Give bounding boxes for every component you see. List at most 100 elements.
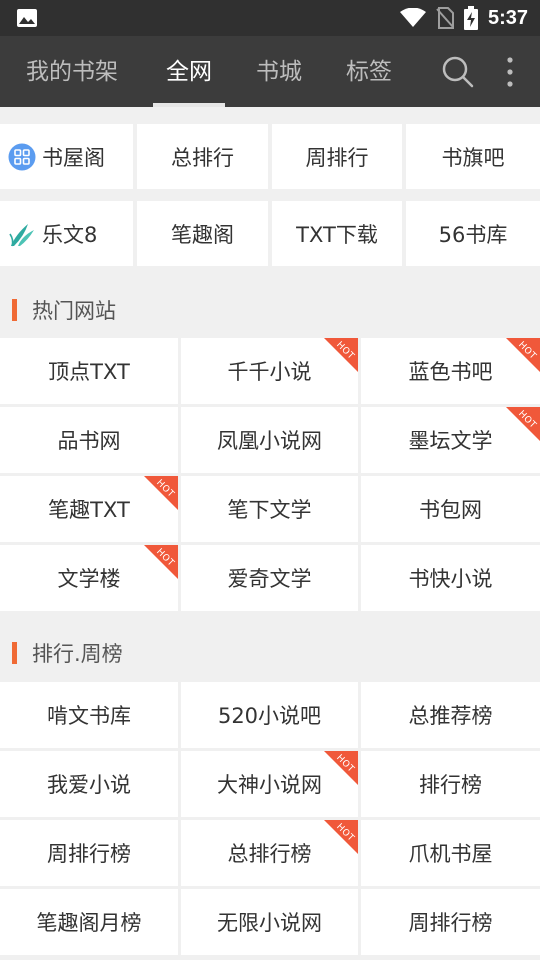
grid-app-icon — [8, 143, 36, 170]
quick-link-label: 周排行 — [305, 145, 369, 170]
battery-charging-icon — [463, 6, 478, 30]
site-link-label: 爱奇文学 — [227, 567, 312, 591]
hot-badge: HOT — [492, 338, 540, 386]
quick-link-weekly-rank[interactable]: 周排行 — [272, 124, 402, 189]
site-link-cell[interactable]: 周排行榜 — [0, 820, 178, 886]
tab-bookstore[interactable]: 书城 — [250, 36, 308, 107]
site-link-label: 书包网 — [419, 498, 482, 522]
section-title-hot-sites: 热门网站 — [0, 285, 540, 335]
site-link-cell[interactable]: 排行榜 — [361, 751, 540, 817]
tab-all-web[interactable]: 全网 — [153, 36, 225, 107]
site-link-label: 总排行榜 — [227, 842, 312, 866]
site-link-label: 520小说吧 — [217, 704, 322, 728]
section-accent-bar — [12, 642, 17, 664]
active-tab-indicator — [153, 103, 225, 107]
section-accent-bar — [12, 299, 17, 321]
hot-badge-text: HOT — [334, 822, 356, 844]
site-link-cell[interactable]: 爪机书屋 — [361, 820, 540, 886]
quick-link-shuwuge[interactable]: 书屋阁 — [0, 124, 133, 189]
quick-link-label: 56书库 — [438, 222, 508, 247]
site-link-label: 周排行榜 — [47, 842, 131, 866]
site-link-cell[interactable]: 书快小说 — [361, 545, 540, 611]
quick-link-shuqiba[interactable]: 书旗吧 — [406, 124, 540, 189]
site-link-label: 笔趣TXT — [48, 498, 130, 522]
site-link-label: 凤凰小说网 — [217, 429, 322, 453]
site-link-cell[interactable]: 品书网 — [0, 407, 178, 473]
tab-label: 我的书架 — [26, 59, 118, 85]
hot-badge: HOT — [130, 545, 178, 593]
site-link-label: 周排行榜 — [408, 911, 493, 935]
tab-label: 全网 — [166, 59, 212, 85]
hot-badge-text: HOT — [334, 340, 356, 362]
hot-badge: HOT — [130, 476, 178, 524]
site-link-label: 总推荐榜 — [408, 704, 493, 728]
image-notification-icon — [17, 9, 37, 27]
site-link-label: 啃文书库 — [47, 704, 131, 728]
site-link-cell[interactable]: 笔趣阁月榜 — [0, 889, 178, 955]
wifi-icon — [399, 8, 426, 27]
quick-link-total-rank[interactable]: 总排行 — [137, 124, 268, 189]
site-link-cell[interactable]: 笔趣TXT HOT — [0, 476, 178, 542]
tab-tags[interactable]: 标签 — [340, 36, 398, 107]
hot-badge-text: HOT — [334, 753, 356, 775]
hot-badge-text: HOT — [516, 409, 538, 431]
site-link-label: 墨坛文学 — [408, 429, 493, 453]
hot-badge: HOT — [492, 407, 540, 455]
status-bar: 5:37 — [0, 0, 540, 36]
section-title-text: 排行.周榜 — [32, 642, 123, 666]
site-link-cell[interactable]: 蓝色书吧 HOT — [361, 338, 540, 404]
quick-link-txt-download[interactable]: TXT下载 — [272, 201, 402, 266]
site-link-cell[interactable]: 笔下文学 — [181, 476, 358, 542]
site-link-label: 顶点TXT — [48, 360, 130, 384]
tab-bookshelf[interactable]: 我的书架 — [18, 36, 126, 107]
site-link-label: 文学楼 — [57, 567, 121, 591]
quick-link-label: 书旗吧 — [441, 145, 505, 170]
site-link-cell[interactable]: 爱奇文学 — [181, 545, 358, 611]
site-link-cell[interactable]: 千千小说 HOT — [181, 338, 358, 404]
site-link-cell[interactable]: 顶点TXT — [0, 338, 178, 404]
site-link-label: 排行榜 — [419, 773, 482, 797]
leaf-logo-icon — [9, 223, 34, 246]
site-link-cell[interactable]: 墨坛文学 HOT — [361, 407, 540, 473]
tab-label: 书城 — [256, 59, 302, 85]
more-options-icon[interactable] — [500, 56, 520, 88]
site-link-cell[interactable]: 大神小说网 HOT — [181, 751, 358, 817]
quick-link-label: 总排行 — [171, 145, 234, 170]
quick-link-biquge[interactable]: 笔趣阁 — [137, 201, 268, 266]
quick-link-label: TXT下载 — [296, 222, 378, 247]
site-link-label: 品书网 — [57, 429, 121, 453]
site-link-label: 千千小说 — [227, 360, 312, 384]
site-link-label: 笔趣阁月榜 — [36, 911, 142, 935]
site-link-cell[interactable]: 书包网 — [361, 476, 540, 542]
site-link-cell[interactable]: 总排行榜 HOT — [181, 820, 358, 886]
hot-badge: HOT — [310, 820, 358, 868]
site-link-cell[interactable]: 我爱小说 — [0, 751, 178, 817]
no-sim-icon — [436, 7, 454, 29]
site-link-label: 书快小说 — [408, 567, 493, 591]
site-link-label: 蓝色书吧 — [408, 360, 493, 384]
site-link-cell[interactable]: 520小说吧 — [181, 682, 358, 748]
section-title-text: 热门网站 — [32, 299, 116, 323]
hot-badge-text: HOT — [154, 547, 176, 569]
site-link-cell[interactable]: 无限小说网 — [181, 889, 358, 955]
site-link-cell[interactable]: 凤凰小说网 — [181, 407, 358, 473]
quick-link-label: 书屋阁 — [42, 145, 105, 170]
status-time: 5:37 — [487, 6, 528, 29]
site-link-label: 大神小说网 — [217, 773, 322, 797]
quick-link-lewen8[interactable]: 乐文8 — [0, 201, 133, 266]
site-link-cell[interactable]: 周排行榜 — [361, 889, 540, 955]
search-icon[interactable] — [442, 56, 474, 88]
site-link-label: 无限小说网 — [217, 911, 322, 935]
quick-link-label: 笔趣阁 — [171, 222, 234, 247]
quick-link-56-library[interactable]: 56书库 — [406, 201, 540, 266]
tab-label: 标签 — [346, 59, 392, 85]
app-bar: 我的书架 全网 书城 标签 — [0, 36, 540, 107]
site-link-cell[interactable]: 总推荐榜 — [361, 682, 540, 748]
hot-badge-text: HOT — [516, 340, 538, 362]
hot-badge-text: HOT — [154, 478, 176, 500]
site-link-cell[interactable]: 啃文书库 — [0, 682, 178, 748]
site-link-label: 笔下文学 — [227, 498, 312, 522]
quick-link-label: 乐文8 — [42, 222, 98, 247]
section-title-rankings: 排行.周榜 — [0, 628, 540, 678]
site-link-cell[interactable]: 文学楼 HOT — [0, 545, 178, 611]
